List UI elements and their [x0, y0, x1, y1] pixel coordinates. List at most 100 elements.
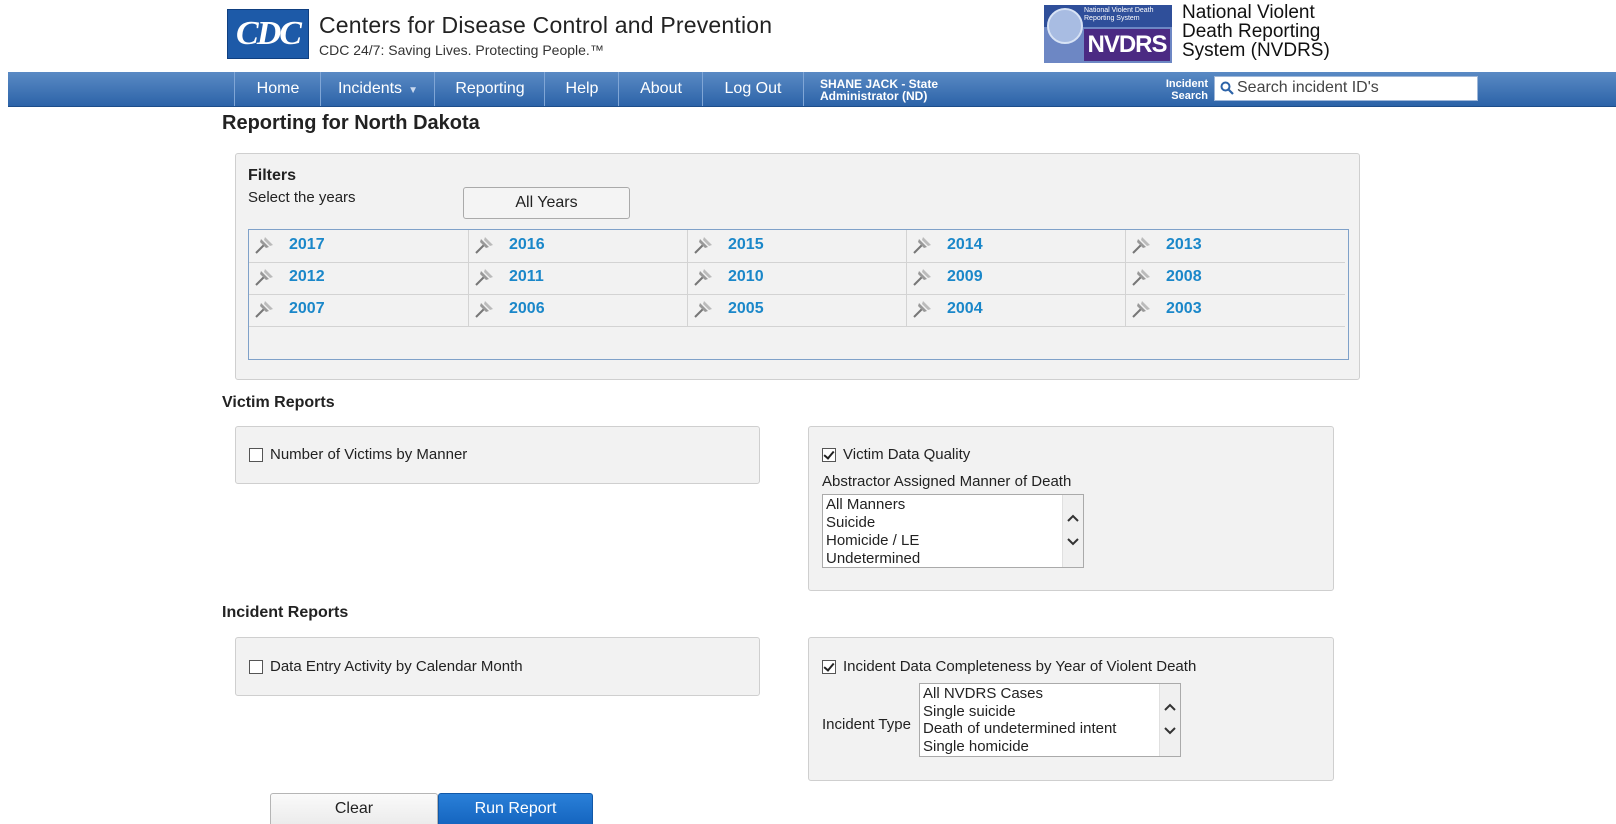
- nav-home-label: Home: [256, 80, 300, 97]
- year-option[interactable]: 2014: [906, 230, 1125, 262]
- year-label: 2013: [1166, 236, 1202, 253]
- listbox-option[interactable]: Undetermined: [826, 550, 920, 567]
- nvdrs-band-text: National Violent Death Reporting System: [1084, 7, 1154, 22]
- search-icon[interactable]: [1220, 81, 1234, 95]
- nav-reporting-label: Reporting: [455, 80, 525, 97]
- pushpin-icon: [913, 237, 931, 254]
- nvdrs-title-line: Death Reporting: [1182, 21, 1321, 42]
- clear-button[interactable]: Clear: [270, 793, 438, 824]
- year-option[interactable]: 2004: [906, 294, 1125, 326]
- pushpin-icon: [913, 301, 931, 318]
- listbox-option[interactable]: All NVDRS Cases: [923, 685, 1043, 702]
- pushpin-icon: [255, 237, 273, 254]
- nvdrs-logo: National Violent Death Reporting System …: [1044, 5, 1172, 63]
- listbox-option[interactable]: All Manners: [826, 496, 905, 513]
- chevron-up-icon[interactable]: [1065, 511, 1081, 525]
- pushpin-icon: [694, 237, 712, 254]
- data-entry-activity-checkbox[interactable]: [249, 660, 263, 674]
- year-option[interactable]: 2005: [687, 294, 906, 326]
- year-option[interactable]: 2016: [468, 230, 687, 262]
- filters-heading: Filters: [248, 167, 297, 184]
- pushpin-icon: [255, 269, 273, 286]
- user-info: SHANE JACK - State Administrator (ND): [820, 78, 990, 102]
- pushpin-icon: [1132, 237, 1150, 254]
- year-label: 2016: [509, 236, 545, 253]
- year-label: 2015: [728, 236, 764, 253]
- chevron-down-icon[interactable]: [1065, 535, 1081, 549]
- pushpin-icon: [475, 269, 493, 286]
- nvdrs-title: National Violent Death Reporting System …: [1182, 3, 1330, 60]
- year-option[interactable]: 2013: [1125, 230, 1344, 262]
- manner-of-death-listbox[interactable]: All Manners Suicide Homicide / LE Undete…: [822, 494, 1084, 568]
- nav-reporting[interactable]: Reporting: [434, 72, 545, 106]
- listbox-option[interactable]: Suicide: [826, 514, 875, 531]
- victim-data-quality-checkbox[interactable]: [822, 448, 836, 462]
- year-option[interactable]: 2017: [249, 230, 467, 262]
- nav-help[interactable]: Help: [544, 72, 619, 106]
- year-row: 2007 2006 2005 2004 2003: [249, 294, 1345, 327]
- pushpin-icon: [913, 269, 931, 286]
- incident-search-label-line: Incident: [1165, 78, 1208, 90]
- cdc-title: Centers for Disease Control and Preventi…: [319, 12, 773, 38]
- year-label: 2007: [289, 300, 325, 317]
- manner-of-death-label: Abstractor Assigned Manner of Death: [822, 473, 1072, 490]
- incident-type-label: Incident Type: [822, 716, 911, 733]
- listbox-option[interactable]: Homicide / LE: [826, 532, 919, 549]
- victim-reports-heading: Victim Reports: [222, 394, 335, 411]
- nvdrs-logo-word: NVDRS: [1084, 29, 1170, 61]
- incident-type-listbox[interactable]: All NVDRS Cases Single suicide Death of …: [919, 683, 1181, 757]
- year-label: 2012: [289, 268, 325, 285]
- incident-completeness-checkbox[interactable]: [822, 660, 836, 674]
- year-option[interactable]: 2010: [687, 262, 906, 294]
- nav-incidents[interactable]: Incidents ▼: [320, 72, 435, 106]
- victims-by-manner-panel: Number of Victims by Manner: [235, 426, 760, 484]
- year-label: 2014: [947, 236, 983, 253]
- year-label: 2017: [289, 236, 325, 253]
- listbox-scrollbar[interactable]: [1062, 495, 1083, 567]
- chevron-up-icon[interactable]: [1162, 700, 1178, 714]
- user-info-line: Administrator (ND): [820, 89, 928, 103]
- incident-search-input[interactable]: [1237, 77, 1473, 99]
- nvdrs-title-line: National Violent: [1182, 2, 1315, 23]
- year-label: 2003: [1166, 300, 1202, 317]
- listbox-scrollbar[interactable]: [1159, 684, 1180, 756]
- year-label: 2005: [728, 300, 764, 317]
- year-option[interactable]: 2007: [249, 294, 467, 326]
- year-row: 2012 2011 2010 2009 2008: [249, 262, 1345, 295]
- victims-by-manner-label: Number of Victims by Manner: [270, 446, 468, 463]
- listbox-option[interactable]: Single homicide: [923, 738, 1029, 755]
- nav-about-label: About: [640, 80, 682, 97]
- year-option[interactable]: 2003: [1125, 294, 1344, 326]
- nvdrs-title-line: System (NVDRS): [1182, 40, 1330, 61]
- nav-logout-label: Log Out: [724, 80, 782, 97]
- year-option[interactable]: 2009: [906, 262, 1125, 294]
- incident-search-label: Incident Search: [1156, 78, 1208, 102]
- year-selector-grid: 2017 2016 2015 2014 2013 2012 2011 2010 …: [248, 229, 1349, 360]
- pushpin-icon: [694, 301, 712, 318]
- year-option[interactable]: 2008: [1125, 262, 1344, 294]
- pushpin-icon: [475, 301, 493, 318]
- pushpin-icon: [475, 237, 493, 254]
- nvdrs-seal-icon: [1047, 8, 1083, 44]
- nav-logout[interactable]: Log Out: [702, 72, 804, 106]
- year-label: 2004: [947, 300, 983, 317]
- pushpin-icon: [1132, 301, 1150, 318]
- nav-incidents-label: Incidents: [338, 80, 403, 97]
- nav-home[interactable]: Home: [234, 72, 321, 106]
- run-report-button[interactable]: Run Report: [438, 793, 593, 824]
- pushpin-icon: [1132, 269, 1150, 286]
- chevron-down-icon[interactable]: [1162, 724, 1178, 738]
- year-option[interactable]: 2015: [687, 230, 906, 262]
- pushpin-icon: [255, 301, 273, 318]
- nav-help-label: Help: [565, 80, 599, 97]
- year-row: 2017 2016 2015 2014 2013: [249, 230, 1345, 263]
- listbox-option[interactable]: Death of undetermined intent: [923, 720, 1116, 737]
- year-option[interactable]: 2006: [468, 294, 687, 326]
- listbox-option[interactable]: Single suicide: [923, 703, 1016, 720]
- victims-by-manner-checkbox[interactable]: [249, 448, 263, 462]
- page-title: Reporting for North Dakota: [222, 112, 480, 134]
- year-option[interactable]: 2011: [468, 262, 687, 294]
- year-option[interactable]: 2012: [249, 262, 467, 294]
- nav-about[interactable]: About: [618, 72, 703, 106]
- all-years-button[interactable]: All Years: [463, 187, 630, 219]
